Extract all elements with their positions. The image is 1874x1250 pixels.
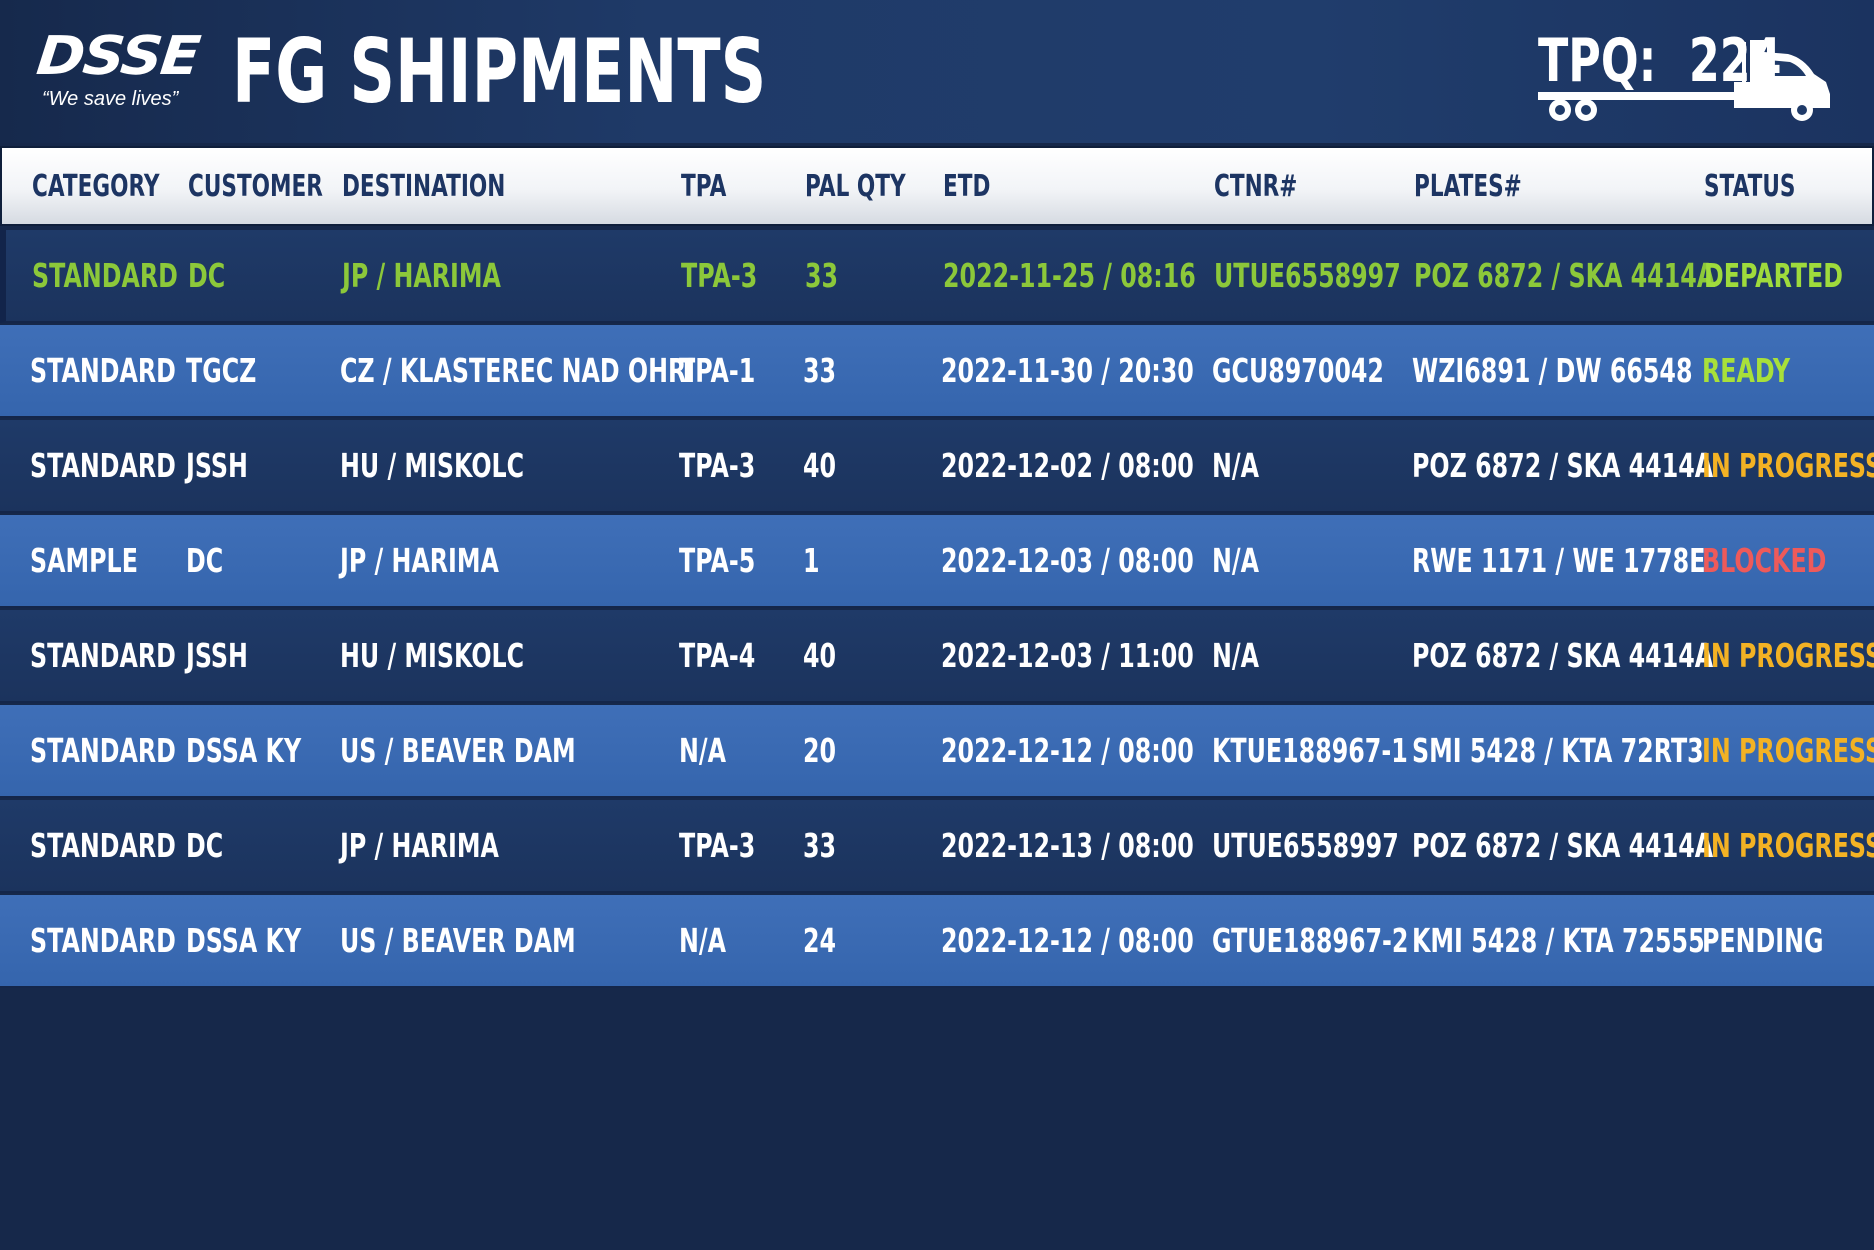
table-row: STANDARD DC JP / HARIMA TPA-3 33 2022-12… (0, 800, 1874, 893)
column-header-ctnr: CTNR# (1214, 168, 1298, 204)
cell-category: SAMPLE (30, 541, 138, 580)
table-row: STANDARD JSSH HU / MISKOLC TPA-3 40 2022… (0, 420, 1874, 513)
company-logo: DSSE “We save lives” (34, 24, 210, 118)
cell-destination: JP / HARIMA (340, 541, 499, 580)
table-row: STANDARD DC JP / HARIMA TPA-3 33 2022-11… (0, 230, 1874, 323)
cell-customer: DC (186, 541, 224, 580)
table-row: STANDARD DSSA KY US / BEAVER DAM N/A 24 … (0, 895, 1874, 988)
table-row: STANDARD DSSA KY US / BEAVER DAM N/A 20 … (0, 705, 1874, 798)
cell-tpa: TPA-3 (679, 446, 756, 485)
cell-destination: US / BEAVER DAM (340, 921, 576, 960)
cell-tpa: TPA-4 (679, 636, 756, 675)
column-header-destination: DESTINATION (342, 168, 506, 204)
cell-customer: JSSH (186, 636, 248, 675)
status-badge: READY (1702, 351, 1791, 390)
status-badge: IN PROGRESS (1702, 446, 1874, 485)
cell-customer: DC (186, 826, 224, 865)
column-header-pal-qty: PAL QTY (805, 168, 906, 204)
column-header-etd: ETD (943, 168, 991, 204)
cell-pal-qty: 1 (803, 541, 820, 580)
cell-tpa: TPA-5 (679, 541, 756, 580)
cell-pal-qty: 33 (803, 351, 837, 390)
cell-ctnr: N/A (1212, 636, 1259, 675)
cell-customer: DSSA KY (186, 921, 302, 960)
cell-tpa: TPA-3 (681, 256, 758, 295)
status-badge: DEPARTED (1704, 256, 1843, 295)
status-badge: PENDING (1702, 921, 1824, 960)
status-badge: IN PROGRESS (1702, 731, 1874, 770)
cell-pal-qty: 33 (803, 826, 837, 865)
status-badge: BLOCKED (1702, 541, 1827, 580)
cell-pal-qty: 40 (803, 446, 837, 485)
tpq-value: 224 (1688, 26, 1782, 96)
cell-tpa: TPA-1 (679, 351, 756, 390)
cell-destination: JP / HARIMA (340, 826, 499, 865)
column-header-status: STATUS (1704, 168, 1796, 204)
cell-customer: DC (188, 256, 226, 295)
logo-wordmark: DSSE (33, 24, 202, 87)
table-row: SAMPLE DC JP / HARIMA TPA-5 1 2022-12-03… (0, 515, 1874, 608)
cell-pal-qty: 33 (805, 256, 839, 295)
cell-destination: JP / HARIMA (342, 256, 501, 295)
cell-ctnr: N/A (1212, 541, 1259, 580)
cell-customer: TGCZ (186, 351, 257, 390)
logo-tagline: “We save lives” (42, 88, 179, 110)
column-header-tpa: TPA (681, 168, 727, 204)
cell-customer: JSSH (186, 446, 248, 485)
cell-pal-qty: 40 (803, 636, 837, 675)
cell-ctnr: N/A (1212, 446, 1259, 485)
cell-destination: HU / MISKOLC (340, 636, 525, 675)
cell-tpa: N/A (679, 921, 726, 960)
status-badge: IN PROGRESS (1702, 826, 1874, 865)
status-badge: IN PROGRESS (1702, 636, 1874, 675)
tpq-counter: TPQ: 224 (1538, 26, 1782, 96)
cell-destination: HU / MISKOLC (340, 446, 525, 485)
cell-pal-qty: 24 (803, 921, 837, 960)
table-row: STANDARD TGCZ CZ / KLASTEREC NAD OHRI TP… (0, 325, 1874, 418)
cell-tpa: N/A (679, 731, 726, 770)
cell-customer: DSSA KY (186, 731, 302, 770)
app-header: DSSE “We save lives” FG SHIPMENTS TPQ: 22… (0, 0, 1874, 143)
page-title: FG SHIPMENTS (232, 20, 767, 123)
table-row: STANDARD JSSH HU / MISKOLC TPA-4 40 2022… (0, 610, 1874, 703)
tpq-label: TPQ: (1538, 26, 1657, 96)
cell-tpa: TPA-3 (679, 826, 756, 865)
column-header-category: CATEGORY (32, 168, 160, 204)
cell-pal-qty: 20 (803, 731, 837, 770)
cell-destination: US / BEAVER DAM (340, 731, 576, 770)
table-header-row: CATEGORY CUSTOMER DESTINATION TPA PAL QT… (0, 146, 1874, 226)
column-header-plates: PLATES# (1414, 168, 1522, 204)
